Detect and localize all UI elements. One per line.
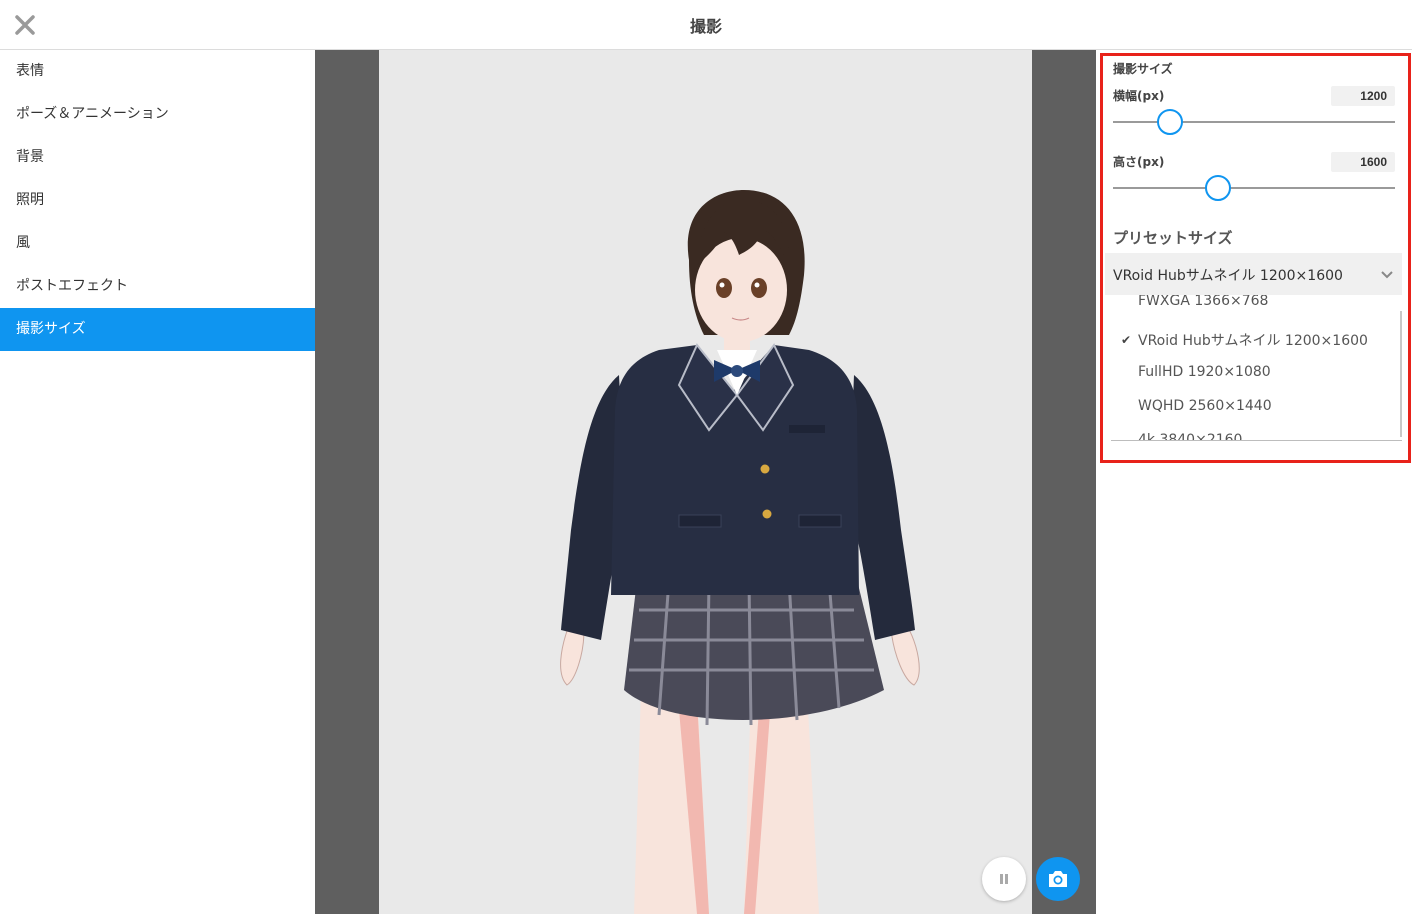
capture-canvas[interactable] — [379, 50, 1032, 914]
viewport[interactable] — [315, 50, 1096, 914]
capture-button[interactable] — [1036, 857, 1080, 901]
preset-label: プリセットサイズ — [1113, 229, 1233, 247]
preset-dropdown-list[interactable]: FWXGA 1366×768 ✔ VRoid Hubサムネイル 1200×160… — [1111, 295, 1402, 441]
width-input[interactable] — [1331, 86, 1395, 106]
page-title: 撮影 — [689, 17, 722, 36]
preset-option[interactable]: FWXGA 1366×768 — [1138, 295, 1268, 309]
sidebar-item-background[interactable]: 背景 — [0, 136, 315, 179]
sidebar-item-pose-animation[interactable]: ポーズ＆アニメーション — [0, 93, 315, 136]
check-icon: ✔ — [1121, 333, 1132, 347]
preset-option[interactable]: WQHD 2560×1440 — [1138, 398, 1272, 414]
height-input[interactable] — [1331, 152, 1395, 172]
dropdown-scrollbar[interactable] — [1400, 311, 1402, 437]
preset-option[interactable]: FullHD 1920×1080 — [1138, 364, 1271, 380]
pause-icon — [1000, 874, 1008, 884]
slider-track — [1113, 187, 1395, 189]
preset-option-selected[interactable]: VRoid Hubサムネイル 1200×1600 — [1138, 330, 1368, 350]
slider-thumb[interactable] — [1205, 175, 1231, 201]
slider-thumb[interactable] — [1157, 109, 1183, 135]
slider-track — [1113, 121, 1395, 123]
preset-selected-value: VRoid Hubサムネイル 1200×1600 — [1113, 268, 1343, 284]
section-title: 撮影サイズ — [1113, 62, 1173, 76]
camera-icon — [1049, 871, 1067, 887]
preset-select[interactable]: VRoid Hubサムネイル 1200×1600 — [1105, 253, 1402, 295]
width-slider[interactable] — [1113, 108, 1395, 136]
pause-button[interactable] — [982, 857, 1026, 901]
preset-option[interactable]: 4k 3840×2160 — [1138, 432, 1242, 440]
sidebar-item-post-effect[interactable]: ポストエフェクト — [0, 265, 315, 308]
sidebar-item-wind[interactable]: 風 — [0, 222, 315, 265]
sidebar: 表情 ポーズ＆アニメーション 背景 照明 風 ポストエフェクト 撮影サイズ — [0, 50, 315, 914]
height-label: 高さ(px) — [1113, 155, 1165, 169]
height-slider[interactable] — [1113, 174, 1395, 202]
width-label: 横幅(px) — [1113, 89, 1165, 103]
sidebar-item-lighting[interactable]: 照明 — [0, 179, 315, 222]
header-bar: 撮影 — [0, 0, 1412, 50]
chevron-down-icon — [1381, 271, 1393, 279]
sidebar-item-expression[interactable]: 表情 — [0, 50, 315, 93]
sidebar-item-capture-size[interactable]: 撮影サイズ — [0, 308, 315, 351]
character-model — [560, 190, 920, 914]
